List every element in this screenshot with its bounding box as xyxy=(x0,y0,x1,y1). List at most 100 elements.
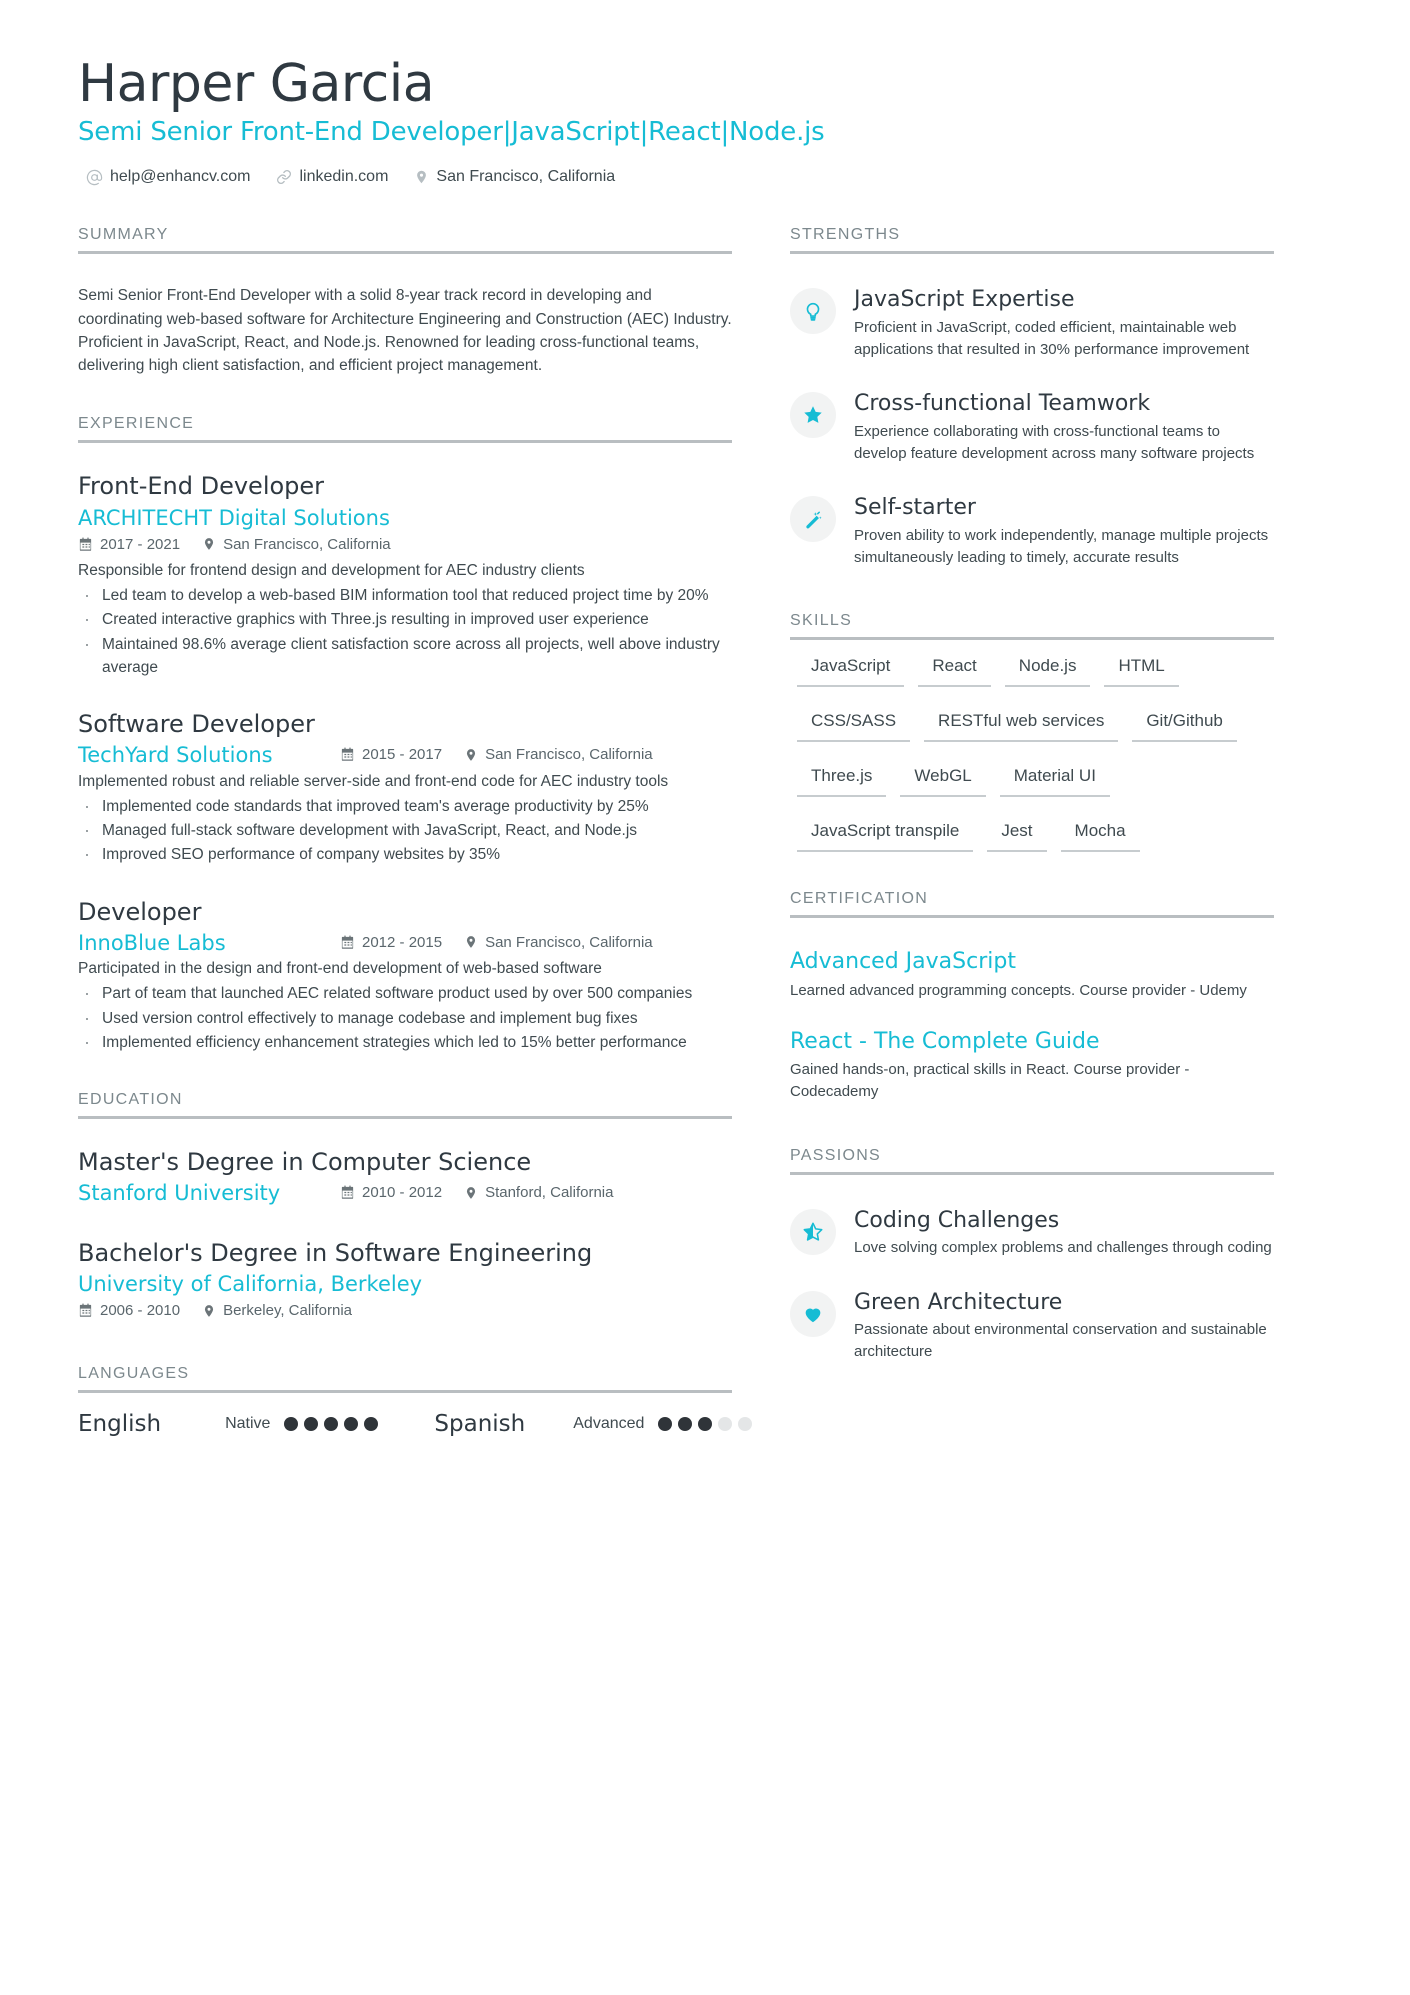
passion-item: Green Architecture Passionate about envir… xyxy=(790,1289,1274,1363)
entry-location-text: Berkeley, California xyxy=(223,1302,353,1320)
contact-email[interactable]: help@enhancv.com xyxy=(86,168,250,186)
rating-dot xyxy=(284,1417,299,1432)
section-title-passions: PASSIONS xyxy=(790,1146,882,1164)
rating-dot xyxy=(678,1417,693,1432)
education-list: Master's Degree in Computer Science Stanf… xyxy=(78,1147,732,1319)
entry-dates-text: 2015 - 2017 xyxy=(362,746,443,764)
calendar-icon xyxy=(340,1185,355,1200)
entry-location: San Francisco, California xyxy=(202,536,391,553)
bullet-item: Implemented efficiency enhancement strat… xyxy=(78,1029,732,1056)
section-title-education: EDUCATION xyxy=(78,1091,183,1109)
section-divider xyxy=(78,1116,732,1120)
bullet-item: Used version control effectively to mana… xyxy=(78,1005,732,1032)
resume-page: Harper Garcia Semi Senior Front-End Deve… xyxy=(0,0,1410,1995)
skills-list: JavaScript React Node.js HTML CSS/SASS RESTfu… xyxy=(790,650,1274,870)
passion-title: Green Architecture xyxy=(854,1289,1063,1315)
languages-list: English Native Spanish Advanced xyxy=(78,1411,753,1438)
experience-entry: Front-End Developer ARCHITECHT Digital So… xyxy=(78,471,732,679)
experience-entry: Software Developer TechYard Solutions 2015… xyxy=(78,709,732,869)
entry-meta: 2015 - 2017 San Francisco, California xyxy=(340,746,732,763)
section-languages: LANGUAGES xyxy=(78,1365,732,1394)
section-title-certification: CERTIFICATION xyxy=(790,890,929,908)
entry-org-line: InnoBlue Labs 2012 - 2015 San Francisco, C… xyxy=(78,930,732,957)
skill-chip: Three.js xyxy=(797,760,887,798)
rating-dot xyxy=(738,1417,753,1432)
language-rating xyxy=(284,1417,379,1432)
contact-linkedin[interactable]: linkedin.com xyxy=(276,168,388,186)
entry-dates-text: 2006 - 2010 xyxy=(100,1302,181,1320)
entry-description: Implemented robust and reliable server-s… xyxy=(78,772,669,790)
section-title-skills: SKILLS xyxy=(790,612,853,630)
certification-item: Advanced JavaScript Learned advanced prog… xyxy=(790,948,1274,1001)
skill-chip: React xyxy=(918,650,991,688)
entry-location-text: San Francisco, California xyxy=(485,746,653,764)
skill-chip: Material UI xyxy=(999,760,1110,798)
entry-role: Software Developer xyxy=(78,710,315,739)
bullet-item: Part of team that launched AEC related s… xyxy=(78,980,732,1007)
calendar-icon xyxy=(78,1303,93,1318)
skill-chip: RESTful web services xyxy=(924,705,1119,743)
heart-icon xyxy=(790,1290,836,1337)
education-school: Stanford University xyxy=(78,1181,281,1206)
link-icon xyxy=(276,169,292,185)
skill-chip: JavaScript transpile xyxy=(797,815,974,853)
summary-text: Semi Senior Front-End Developer with a s… xyxy=(78,287,732,375)
location-pin-icon xyxy=(464,934,478,950)
entry-dates: 2006 - 2010 xyxy=(78,1302,180,1319)
entry-location: Berkeley, California xyxy=(202,1302,352,1319)
bullet-item: Implemented code standards that improved… xyxy=(78,793,732,820)
passion-text: Passionate about environmental conservat… xyxy=(854,1321,1267,1361)
entry-description: Participated in the design and front-end… xyxy=(78,960,602,978)
contact-linkedin-text: linkedin.com xyxy=(299,168,389,186)
language-level: Advanced xyxy=(573,1415,645,1433)
experience-list: Front-End Developer ARCHITECHT Digital So… xyxy=(78,471,732,1056)
certification-list: Advanced JavaScript Learned advanced prog… xyxy=(790,948,1274,1102)
entry-role: Front-End Developer xyxy=(78,472,325,501)
skill-chip: Mocha xyxy=(1060,815,1140,853)
entry-bullets: Part of team that launched AEC related s… xyxy=(78,980,732,1056)
entry-location-text: San Francisco, California xyxy=(223,535,391,553)
entry-location: San Francisco, California xyxy=(464,746,653,763)
strength-title: Cross-functional Teamwork xyxy=(854,391,1151,417)
resume-header: Harper Garcia Semi Senior Front-End Deve… xyxy=(78,55,1332,186)
certification-name: Advanced JavaScript xyxy=(790,949,1016,975)
bullet-item: Managed full-stack software development … xyxy=(78,817,732,844)
entry-dates-text: 2017 - 2021 xyxy=(100,535,181,553)
strength-title: Self-starter xyxy=(854,495,976,521)
entry-bullets: Led team to develop a web-based BIM info… xyxy=(78,582,732,679)
contact-row: help@enhancv.com linkedin.com San Franci… xyxy=(86,168,1332,186)
entry-meta: 2012 - 2015 San Francisco, California xyxy=(340,934,732,951)
entry-meta: 2006 - 2010 Berkeley, California xyxy=(78,1302,732,1319)
language-level: Native xyxy=(225,1415,271,1433)
language-name: English xyxy=(78,1411,162,1438)
section-experience: EXPERIENCE xyxy=(78,415,732,444)
section-divider xyxy=(790,915,1274,919)
right-column: STRENGTHS JavaScript Expertise Proficient… xyxy=(790,226,1274,1437)
passion-item: Coding Challenges Love solving complex pr… xyxy=(790,1207,1274,1259)
section-title-summary: SUMMARY xyxy=(78,226,169,244)
section-divider xyxy=(790,251,1274,255)
entry-dates-text: 2010 - 2012 xyxy=(362,1184,443,1202)
section-divider xyxy=(78,1390,732,1394)
language-item: English Native xyxy=(78,1411,379,1438)
passions-list: Coding Challenges Love solving complex pr… xyxy=(790,1207,1274,1363)
entry-bullets: Implemented code standards that improved… xyxy=(78,793,732,869)
lightbulb-icon xyxy=(790,288,836,335)
strength-title: JavaScript Expertise xyxy=(854,287,1075,313)
entry-location-text: San Francisco, California xyxy=(485,933,653,951)
skill-chip: CSS/SASS xyxy=(797,705,911,743)
rating-dot xyxy=(364,1417,379,1432)
certification-item: React - The Complete Guide Gained hands-o… xyxy=(790,1028,1274,1103)
section-passions: PASSIONS xyxy=(790,1147,1274,1175)
rating-dot xyxy=(658,1417,673,1432)
passion-title: Coding Challenges xyxy=(854,1207,1060,1233)
education-entry: Master's Degree in Computer Science Stanf… xyxy=(78,1147,732,1207)
left-column: SUMMARY Semi Senior Front-End Developer … xyxy=(78,226,790,1437)
education-degree: Bachelor's Degree in Software Engineerin… xyxy=(78,1238,593,1267)
entry-company: TechYard Solutions xyxy=(78,743,273,768)
strength-item: Cross-functional Teamwork Experience coll… xyxy=(790,390,1274,464)
entry-dates: 2017 - 2021 xyxy=(78,536,180,553)
section-summary: SUMMARY xyxy=(78,226,732,255)
location-pin-icon xyxy=(464,1185,478,1201)
entry-dates: 2012 - 2015 xyxy=(340,934,442,951)
